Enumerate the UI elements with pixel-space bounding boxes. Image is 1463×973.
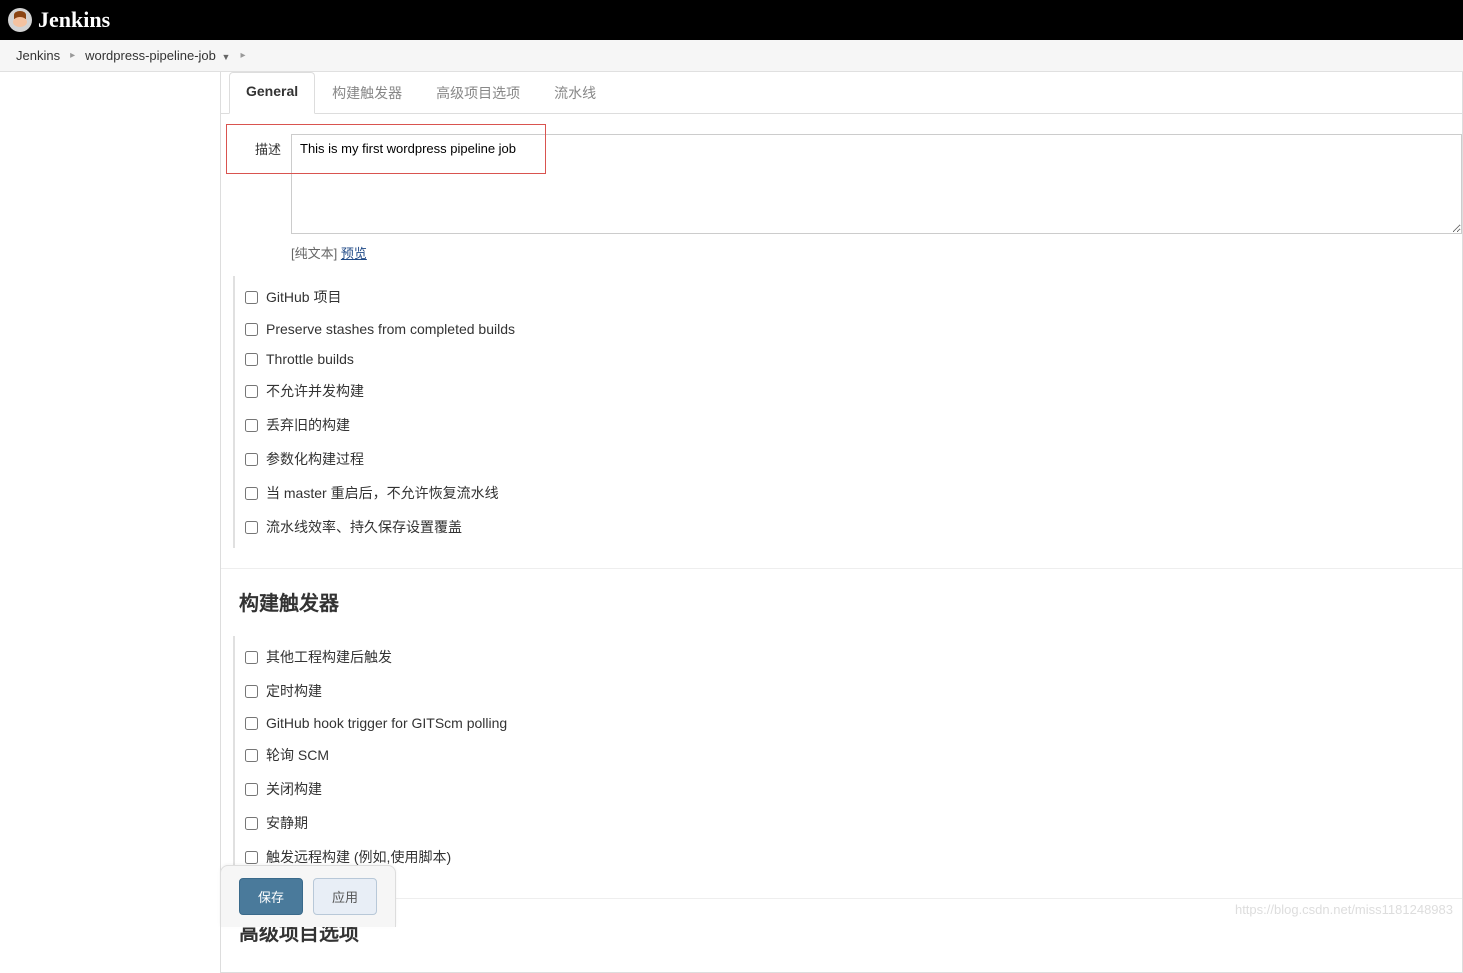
checkbox-trigger-github-hook[interactable] (245, 717, 258, 730)
checkbox-trigger-cron[interactable] (245, 685, 258, 698)
trigger-remote[interactable]: 触发远程构建 (例如,使用脚本) (245, 840, 1462, 874)
trigger-github-hook[interactable]: GitHub hook trigger for GITScm polling (245, 708, 1462, 738)
option-no-concurrent[interactable]: 不允许并发构建 (245, 374, 1462, 408)
option-discard-old[interactable]: 丢弃旧的构建 (245, 408, 1462, 442)
apply-button[interactable]: 应用 (313, 878, 377, 915)
description-input[interactable] (291, 134, 1462, 234)
tab-general[interactable]: General (229, 72, 315, 114)
general-options-block: GitHub 项目 Preserve stashes from complete… (233, 276, 1462, 548)
checkbox-trigger-upstream[interactable] (245, 651, 258, 664)
breadcrumb-separator-icon: ▸ (240, 50, 245, 61)
checkbox-trigger-quiet-period[interactable] (245, 817, 258, 830)
breadcrumb: Jenkins ▸ wordpress-pipeline-job ▼ ▸ (0, 40, 1463, 72)
save-button[interactable]: 保存 (239, 878, 303, 915)
checkbox-discard-old[interactable] (245, 419, 258, 432)
checkbox-trigger-remote[interactable] (245, 851, 258, 864)
option-no-resume[interactable]: 当 master 重启后，不允许恢复流水线 (245, 476, 1462, 510)
breadcrumb-item-job[interactable]: wordpress-pipeline-job ▼ (85, 48, 230, 63)
checkbox-no-resume[interactable] (245, 487, 258, 500)
trigger-poll-scm[interactable]: 轮询 SCM (245, 738, 1462, 772)
trigger-upstream[interactable]: 其他工程构建后触发 (245, 640, 1462, 674)
checkbox-preserve-stashes[interactable] (245, 323, 258, 336)
checkbox-trigger-poll-scm[interactable] (245, 749, 258, 762)
form-body: 描述 [纯文本] 预览 GitHub 项目 Preserve stashes f… (221, 114, 1462, 972)
option-parameterized[interactable]: 参数化构建过程 (245, 442, 1462, 476)
section-heading-triggers: 构建触发器 (221, 568, 1462, 622)
option-throttle-builds[interactable]: Throttle builds (245, 344, 1462, 374)
checkbox-no-concurrent[interactable] (245, 385, 258, 398)
config-form: General 构建触发器 高级项目选项 流水线 描述 [纯文本] 预览 Git… (220, 72, 1463, 973)
option-github-project[interactable]: GitHub 项目 (245, 280, 1462, 314)
triggers-block: 其他工程构建后触发 定时构建 GitHub hook trigger for G… (233, 636, 1462, 878)
bottom-actions: 保存 应用 (220, 865, 396, 927)
logo[interactable]: Jenkins (8, 7, 110, 33)
checkbox-trigger-disable-build[interactable] (245, 783, 258, 796)
tab-triggers[interactable]: 构建触发器 (315, 72, 419, 114)
breadcrumb-item-root[interactable]: Jenkins (16, 48, 60, 63)
main-content: General 构建触发器 高级项目选项 流水线 描述 [纯文本] 预览 Git… (220, 72, 1463, 973)
description-row: 描述 (221, 114, 1462, 237)
checkbox-github-project[interactable] (245, 291, 258, 304)
trigger-disable-build[interactable]: 关闭构建 (245, 772, 1462, 806)
checkbox-throttle-builds[interactable] (245, 353, 258, 366)
description-label: 描述 (221, 114, 291, 158)
trigger-quiet-period[interactable]: 安静期 (245, 806, 1462, 840)
option-durability[interactable]: 流水线效率、持久保存设置覆盖 (245, 510, 1462, 544)
checkbox-parameterized[interactable] (245, 453, 258, 466)
section-heading-advanced: 高级项目选项 (221, 898, 1462, 952)
option-preserve-stashes[interactable]: Preserve stashes from completed builds (245, 314, 1462, 344)
chevron-down-icon: ▼ (222, 52, 231, 62)
product-name: Jenkins (38, 7, 110, 33)
tab-pipeline[interactable]: 流水线 (537, 72, 613, 114)
checkbox-durability[interactable] (245, 521, 258, 534)
top-header: Jenkins (0, 0, 1463, 40)
config-tabs: General 构建触发器 高级项目选项 流水线 (221, 72, 1462, 114)
trigger-cron[interactable]: 定时构建 (245, 674, 1462, 708)
description-format-hint: [纯文本] 预览 (291, 243, 1462, 262)
breadcrumb-separator-icon: ▸ (70, 50, 75, 61)
jenkins-logo-icon (8, 8, 32, 32)
preview-link[interactable]: 预览 (341, 246, 367, 261)
tab-advanced[interactable]: 高级项目选项 (419, 72, 537, 114)
